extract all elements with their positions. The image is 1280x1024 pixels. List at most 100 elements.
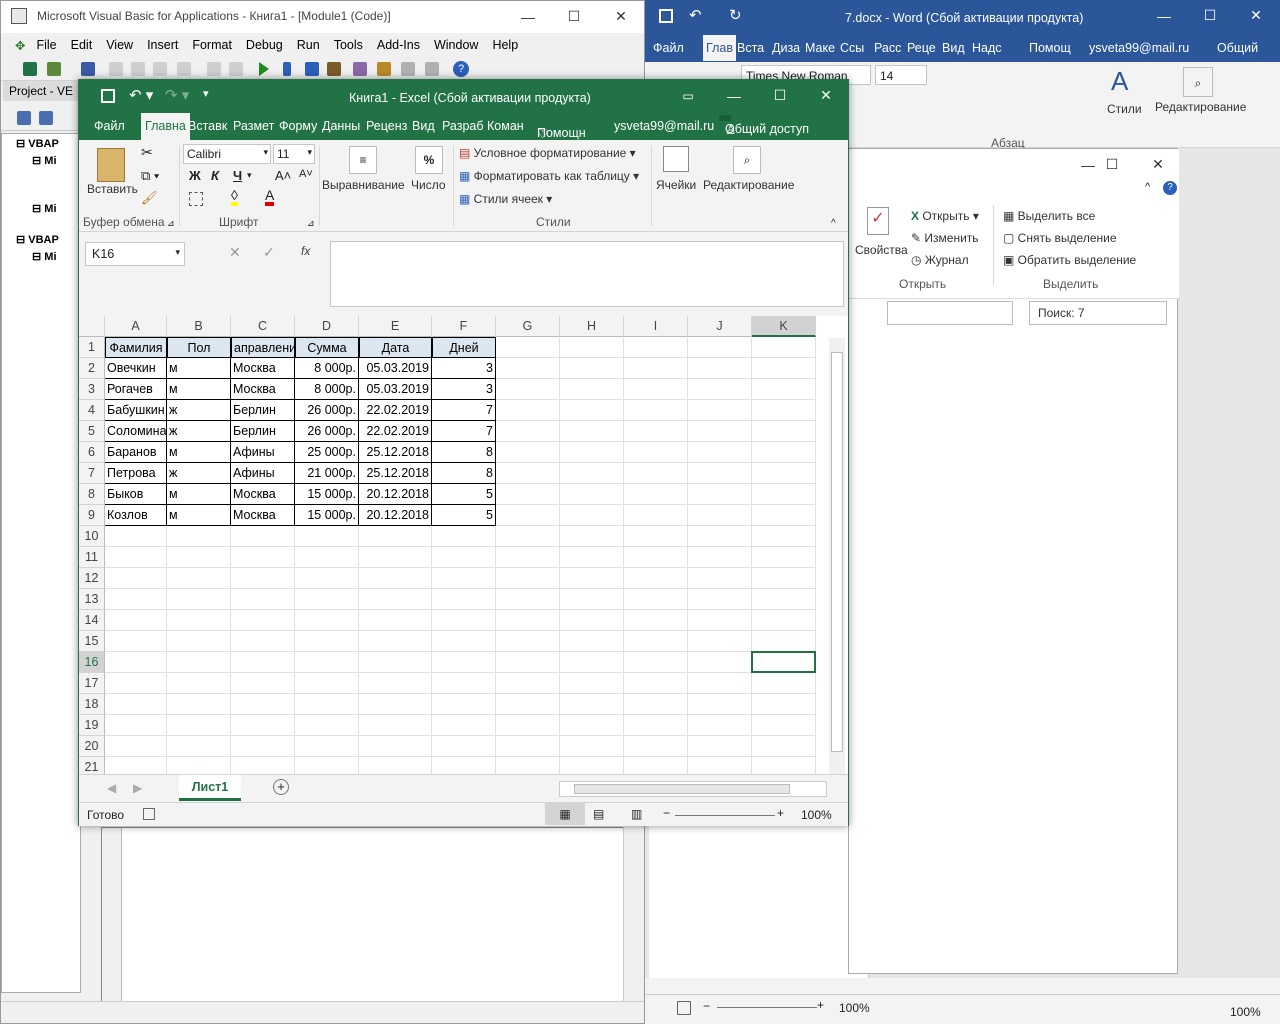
cell[interactable]: [688, 421, 752, 442]
row-header-3[interactable]: 3: [79, 379, 105, 400]
next-sheet-icon[interactable]: ▶: [133, 781, 142, 795]
word-zoom-out-icon[interactable]: −: [703, 999, 710, 1013]
name-box[interactable]: K16 ▾: [85, 242, 185, 266]
reset-icon[interactable]: [305, 62, 319, 76]
properties-check-icon[interactable]: ✓: [867, 207, 889, 235]
active-cell-k16[interactable]: [751, 651, 816, 673]
excel-maximize-icon[interactable]: ☐: [757, 80, 803, 111]
word-maximize-icon[interactable]: ☐: [1187, 0, 1233, 31]
cell[interactable]: [688, 610, 752, 631]
column-header-b[interactable]: B: [167, 316, 231, 337]
cell[interactable]: 26 000р.: [295, 400, 359, 421]
row-header-17[interactable]: 17: [79, 673, 105, 694]
confirm-entry-icon[interactable]: ✓: [263, 244, 275, 261]
row-header-11[interactable]: 11: [79, 547, 105, 568]
cell[interactable]: Пол: [167, 337, 231, 358]
cell[interactable]: [560, 652, 624, 673]
excel-qat-customize-icon[interactable]: ▾: [203, 87, 209, 100]
cell[interactable]: Рогачев: [105, 379, 167, 400]
cell[interactable]: [688, 337, 752, 358]
cell[interactable]: [624, 652, 688, 673]
dialog-close-icon[interactable]: ✕: [1135, 149, 1181, 180]
number-button[interactable]: Число: [411, 178, 446, 192]
design-mode-icon[interactable]: [327, 62, 341, 76]
horizontal-scrollbar[interactable]: [559, 781, 827, 797]
cut-icon[interactable]: ✂: [141, 144, 153, 161]
cell[interactable]: [167, 652, 231, 673]
cell[interactable]: [688, 400, 752, 421]
cell[interactable]: [752, 610, 816, 631]
cell[interactable]: [167, 610, 231, 631]
find-icon[interactable]: [177, 62, 191, 76]
cell[interactable]: [359, 631, 432, 652]
row-header-9[interactable]: 9: [79, 505, 105, 526]
cell[interactable]: Москва: [231, 505, 295, 526]
vba-minimize-icon[interactable]: —: [505, 1, 551, 32]
cell[interactable]: [359, 589, 432, 610]
word-tab-home[interactable]: Глав: [703, 35, 736, 61]
cell[interactable]: 22.02.2019: [359, 421, 432, 442]
column-header-e[interactable]: E: [359, 316, 432, 337]
excel-tab-review[interactable]: Реценз: [366, 119, 407, 133]
grow-font-icon[interactable]: A˄: [275, 168, 291, 183]
row-header-8[interactable]: 8: [79, 484, 105, 505]
cell[interactable]: [688, 379, 752, 400]
column-header-d[interactable]: D: [295, 316, 359, 337]
cell[interactable]: [359, 757, 432, 774]
cell[interactable]: [231, 673, 295, 694]
tree-node[interactable]: ⊟ VBAP: [16, 137, 59, 150]
code-editor[interactable]: [101, 827, 641, 1007]
cell[interactable]: [496, 589, 560, 610]
cell[interactable]: [560, 337, 624, 358]
cell[interactable]: [752, 442, 816, 463]
cell[interactable]: Берлин: [231, 421, 295, 442]
word-close-icon[interactable]: ✕: [1233, 0, 1279, 31]
cell[interactable]: 8: [432, 442, 496, 463]
redo-icon[interactable]: [229, 62, 243, 76]
tree-node[interactable]: ⊟ Mi: [32, 202, 57, 215]
cell[interactable]: [496, 379, 560, 400]
cell[interactable]: [496, 568, 560, 589]
cell[interactable]: 25.12.2018: [359, 442, 432, 463]
cell[interactable]: [231, 631, 295, 652]
cell[interactable]: [752, 358, 816, 379]
vba-menu-addins[interactable]: Add-Ins: [370, 38, 427, 52]
cell[interactable]: [624, 568, 688, 589]
insert-module-icon[interactable]: [47, 62, 61, 76]
excel-tab-layout[interactable]: Размет: [233, 119, 274, 133]
cell[interactable]: [432, 736, 496, 757]
cell[interactable]: [752, 421, 816, 442]
cell[interactable]: [496, 631, 560, 652]
column-header-f[interactable]: F: [432, 316, 496, 337]
word-account[interactable]: ysveta99@mail.ru: [1089, 41, 1189, 55]
excel-tab-developer[interactable]: Разраб: [442, 119, 484, 133]
sheet-tab-list1[interactable]: Лист1: [179, 775, 241, 801]
cell[interactable]: [167, 736, 231, 757]
conditional-format-button[interactable]: ▤ Условное форматирование ▾: [459, 146, 636, 160]
cell[interactable]: [167, 715, 231, 736]
word-zoom-level[interactable]: 100%: [839, 1001, 870, 1015]
row-header-12[interactable]: 12: [79, 568, 105, 589]
macro-record-icon[interactable]: [143, 808, 155, 820]
cell[interactable]: Петрова: [105, 463, 167, 484]
cell[interactable]: [359, 610, 432, 631]
row-header-16[interactable]: 16: [79, 652, 105, 673]
cell[interactable]: [624, 547, 688, 568]
normal-view-icon[interactable]: ▦: [545, 803, 585, 825]
dialog-edit[interactable]: ✎ Изменить: [911, 231, 979, 245]
cell[interactable]: Соломина: [105, 421, 167, 442]
dialog-search-input[interactable]: Поиск: 7: [1029, 301, 1167, 325]
cell[interactable]: [624, 400, 688, 421]
vscroll-thumb[interactable]: [831, 352, 843, 752]
word-undo-icon[interactable]: ↶: [689, 6, 702, 24]
word-zoom-in-icon[interactable]: +: [817, 998, 824, 1012]
row-header-18[interactable]: 18: [79, 694, 105, 715]
cell[interactable]: [432, 652, 496, 673]
excel-tab-view[interactable]: Вид: [412, 119, 435, 133]
cell[interactable]: Дата: [359, 337, 432, 358]
cell[interactable]: 15 000р.: [295, 505, 359, 526]
cell[interactable]: [295, 589, 359, 610]
row-header-5[interactable]: 5: [79, 421, 105, 442]
vba-menu-window[interactable]: Window: [427, 38, 485, 52]
borders-icon[interactable]: [189, 192, 203, 206]
